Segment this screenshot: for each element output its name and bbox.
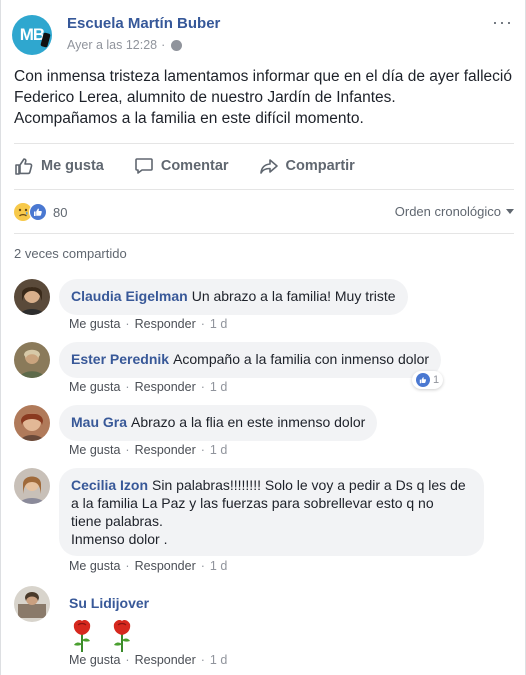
share-button-label: Compartir [285, 158, 355, 174]
like-reaction-icon[interactable] [29, 203, 47, 221]
comment-author[interactable]: Claudia Eigelman [71, 288, 188, 304]
comment-button-label: Comentar [160, 158, 229, 174]
post-timestamp[interactable]: Ayer a las 12:28 [67, 38, 157, 52]
separator: · [125, 653, 130, 667]
reaction-count[interactable]: 80 [53, 205, 67, 220]
comment-like-link[interactable]: Me gusta [69, 380, 120, 394]
commenter-avatar[interactable] [14, 279, 50, 315]
comment-actions: Me gusta · Responder · 1 d [69, 653, 227, 667]
share-icon [259, 159, 278, 174]
comment-reply-link[interactable]: Responder [135, 653, 196, 667]
divider [14, 143, 514, 144]
separator: · [125, 443, 130, 457]
comment-reply-link[interactable]: Responder [135, 559, 196, 573]
comment-text-line: tiene palabras. [71, 513, 163, 529]
sort-label: Orden cronológico [394, 204, 501, 219]
separator: · [200, 380, 205, 394]
comment-text: Acompaño a la familia con inmenso dolor [173, 351, 430, 367]
comment-reply-link[interactable]: Responder [135, 317, 196, 331]
comment-icon [135, 158, 153, 174]
comment-time[interactable]: 1 d [210, 653, 227, 667]
comment-text-line: Sin palabras!!!!!!!! Solo le voy a pedir… [152, 477, 466, 493]
separator: · [125, 380, 130, 394]
sort-dropdown[interactable]: Orden cronológico [395, 204, 514, 219]
comment-actions: Me gusta · Responder · 1 d [69, 380, 227, 394]
commenter-avatar[interactable] [14, 586, 50, 622]
comment-actions: Me gusta · Responder · 1 d [69, 317, 227, 331]
comment-author[interactable]: Ester Perednik [71, 351, 169, 367]
post-body: Con inmensa tristeza lamentamos informar… [14, 66, 519, 129]
comment-text: Un abrazo a la familia! Muy triste [191, 288, 396, 304]
comment-time[interactable]: 1 d [210, 317, 227, 331]
divider [14, 233, 514, 234]
comment-actions: Me gusta · Responder · 1 d [69, 559, 227, 573]
comment-reply-link[interactable]: Responder [135, 443, 196, 457]
like-button[interactable]: Me gusta [14, 156, 104, 176]
more-options-icon[interactable]: ··· [492, 12, 513, 33]
comment-actions: Me gusta · Responder · 1 d [69, 443, 227, 457]
separator: · [200, 653, 205, 667]
separator: · [125, 559, 130, 573]
post-card: MB Escuela Martín Buber Ayer a las 12:28… [0, 0, 526, 675]
post-header: MB Escuela Martín Buber Ayer a las 12:28… [12, 12, 517, 62]
comment-emoji-content [69, 618, 153, 658]
shares-count[interactable]: 2 veces compartido [14, 246, 127, 261]
share-button[interactable]: Compartir [259, 156, 355, 176]
like-button-label: Me gusta [41, 158, 104, 174]
separator: · [200, 443, 205, 457]
rose-icon [109, 618, 135, 654]
comment-text-line: Inmenso dolor . [71, 531, 168, 547]
separator: · [125, 317, 130, 331]
comment-reply-link[interactable]: Responder [135, 380, 196, 394]
divider [14, 189, 514, 190]
meta-separator: · [161, 38, 166, 52]
comment-like-link[interactable]: Me gusta [69, 317, 120, 331]
comment-text-line: a la familia La Paz y las fuerzas para s… [71, 495, 434, 511]
comment-bubble: Ester Perednik Acompaño a la familia con … [59, 342, 442, 378]
comment-bubble: Claudia Eigelman Un abrazo a la familia! … [59, 279, 408, 315]
comment-author[interactable]: Mau Gra [71, 414, 127, 430]
comment-author[interactable]: Su Lidijover [69, 595, 149, 611]
comment-text: Abrazo a la flia en este inmenso dolor [131, 414, 366, 430]
commenter-avatar[interactable] [14, 405, 50, 441]
post-text-line: Federico Lerea, alumnito de nuestro Jard… [14, 89, 396, 106]
post-actions: Me gusta Comentar Compartir [14, 150, 514, 182]
comment-bubble: Cecilia Izon Sin palabras!!!!!!!! Solo le… [59, 468, 484, 556]
comment-reaction-badge[interactable]: 1 [412, 371, 444, 389]
comment-like-link[interactable]: Me gusta [69, 443, 120, 457]
comment-time[interactable]: 1 d [210, 559, 227, 573]
thumbs-up-icon [15, 158, 33, 175]
rose-icon [69, 618, 95, 654]
comment-time[interactable]: 1 d [210, 380, 227, 394]
comment-author[interactable]: Cecilia Izon [71, 477, 148, 493]
reactions-bar: 80 Orden cronológico [14, 200, 514, 224]
page-name-link[interactable]: Escuela Martín Buber [67, 15, 220, 32]
comment-bubble: Mau Gra Abrazo a la flia en este inmenso … [59, 405, 378, 441]
comment-like-link[interactable]: Me gusta [69, 559, 120, 573]
post-text-line: Con inmensa tristeza lamentamos informar… [14, 68, 512, 85]
comment-like-link[interactable]: Me gusta [69, 653, 120, 667]
separator: · [200, 317, 205, 331]
comment-reaction-count: 1 [433, 374, 440, 386]
globe-icon[interactable] [171, 39, 183, 51]
like-reaction-icon [416, 373, 430, 387]
commenter-avatar[interactable] [14, 468, 50, 504]
comment-button[interactable]: Comentar [134, 156, 229, 176]
post-text-line: Acompañamos a la familia en este difícil… [14, 110, 364, 127]
commenter-avatar[interactable] [14, 342, 50, 378]
caret-down-icon [506, 209, 514, 214]
comment-time[interactable]: 1 d [210, 443, 227, 457]
separator: · [200, 559, 205, 573]
post-meta: Ayer a las 12:28 · [67, 38, 183, 52]
page-avatar[interactable]: MB [12, 15, 52, 55]
